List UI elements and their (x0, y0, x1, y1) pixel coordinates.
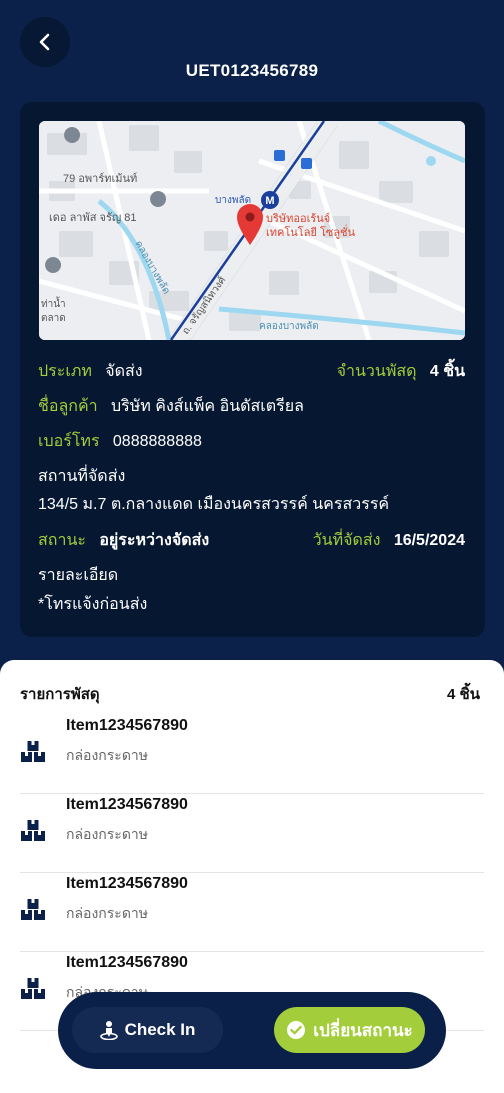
parcel-desc: กล่องกระดาษ (66, 826, 148, 842)
check-circle-icon (287, 1021, 306, 1039)
map-label-place1: 79 อพาร์ทเม้นท์ (63, 172, 137, 185)
order-detail-card: M บางพลัด 79 อพาร์ทเม้นท์ เดอ ลาพัส จรัญ… (20, 102, 485, 637)
action-bar: Check In เปลี่ยนสถานะ (58, 992, 446, 1069)
status-label: สถานะ (38, 532, 86, 549)
phone-row: เบอร์โทร 0888888888 (38, 429, 465, 454)
customer-row: ชื่อลูกค้า บริษัท คิงส์แพ็ค อินดัสเตรียล (38, 394, 465, 419)
map-pin-label-2: เทคโนโลยี โซลูชั่น (266, 224, 356, 239)
phone-value[interactable]: 0888888888 (113, 433, 202, 450)
detail-label: รายละเอียด (38, 567, 119, 584)
type-row: ประเภท จัดส่ง จำนวนพัสดุ 4 ชิ้น (38, 359, 465, 384)
page-title: UET0123456789 (185, 61, 319, 80)
customer-label: ชื่อลูกค้า (38, 398, 98, 415)
parcel-desc: กล่องกระดาษ (66, 905, 148, 921)
change-status-label: เปลี่ยนสถานะ (313, 1020, 413, 1040)
boxes-icon (21, 820, 45, 841)
status-value: อยู่ระหว่างจัดส่ง (99, 532, 210, 549)
list-item[interactable]: Item1234567890 กล่องกระดาษ (20, 794, 484, 873)
parcel-list-header: รายการพัสดุ 4 ชิ้น (20, 682, 480, 706)
customer-value: บริษัท คิงส์แพ็ค อินดัสเตรียล (111, 398, 304, 415)
detail-value: *โทรแจ้งก่อนส่ง (38, 596, 148, 613)
phone-label: เบอร์โทร (38, 433, 100, 450)
parcel-code: Item1234567890 (66, 796, 188, 813)
back-button[interactable] (20, 17, 70, 67)
parcel-code: Item1234567890 (66, 954, 188, 971)
map-view[interactable]: M บางพลัด 79 อพาร์ทเม้นท์ เดอ ลาพัส จรัญ… (39, 121, 465, 340)
boxes-icon (21, 978, 45, 999)
map-label-place2: เดอ ลาพัส จรัญ 81 (49, 212, 137, 224)
address-label: สถานที่จัดส่ง (38, 468, 126, 485)
check-in-button[interactable]: Check In (72, 1007, 223, 1053)
status-row: สถานะ อยู่ระหว่างจัดส่ง วันที่จัดส่ง 16/… (38, 528, 465, 553)
change-status-button[interactable]: เปลี่ยนสถานะ (274, 1007, 425, 1053)
type-value: จัดส่ง (105, 363, 143, 380)
date-label: วันที่จัดส่ง (312, 532, 381, 549)
date-value: 16/5/2024 (393, 532, 465, 549)
map-pin-label-1: บริษัทออเร้นจ์ (266, 212, 330, 225)
map-label-place3: ตลาด (41, 313, 66, 324)
map-label-place4: ท่าน้ำ (41, 296, 66, 310)
parcel-list-title: รายการพัสดุ (20, 686, 100, 703)
list-item[interactable]: Item1234567890 กล่องกระดาษ (20, 715, 484, 794)
svg-text:M: M (265, 195, 274, 207)
parcel-code: Item1234567890 (66, 875, 188, 892)
list-item[interactable]: Item1234567890 กล่องกระดาษ (20, 873, 484, 952)
qty-label: จำนวนพัสดุ (336, 363, 417, 380)
map-label-station: บางพลัด (215, 195, 251, 206)
parcel-desc: กล่องกระดาษ (66, 747, 148, 763)
qty-value: 4 ชิ้น (429, 363, 465, 380)
check-in-label: Check In (124, 1020, 196, 1039)
boxes-icon (21, 899, 45, 920)
parcel-count: 4 ชิ้น (447, 686, 480, 703)
person-pin-icon (99, 1021, 118, 1040)
address-value: 134/5 ม.7 ต.กลางแดด เมืองนครสวรรค์ นครสว… (38, 496, 390, 513)
chevron-left-icon (39, 33, 50, 51)
boxes-icon (21, 741, 45, 762)
parcel-code: Item1234567890 (66, 717, 188, 734)
map-label-canal2: คลองบางพลัด (259, 321, 319, 332)
type-label: ประเภท (38, 363, 92, 380)
